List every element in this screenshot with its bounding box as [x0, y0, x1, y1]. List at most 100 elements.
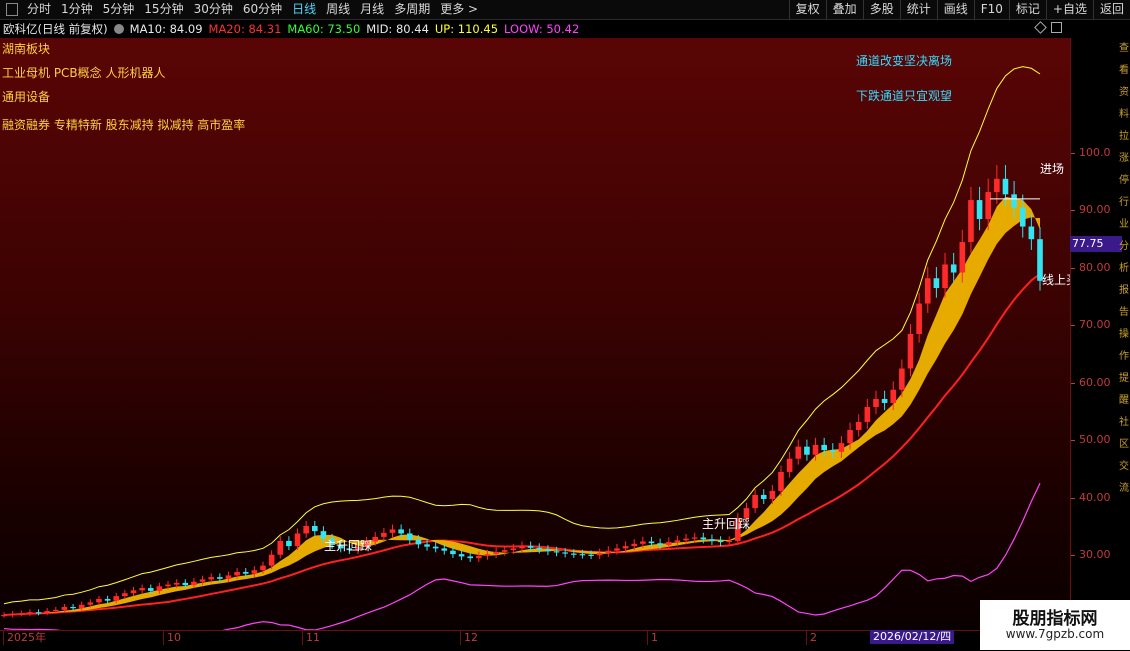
y-tick-mark	[1071, 210, 1075, 212]
multi-stock-button[interactable]: 多股	[862, 0, 900, 19]
current-price-tag: 77.75	[1070, 236, 1122, 252]
candle-body	[432, 546, 439, 549]
candle-body	[821, 444, 827, 451]
candle-body	[476, 555, 482, 559]
candle-body	[571, 553, 577, 555]
dropdown-icon[interactable]	[113, 24, 124, 34]
y-tick-mark	[1071, 555, 1075, 557]
candle-body	[501, 550, 508, 552]
window-icon[interactable]	[6, 3, 18, 16]
candle-body	[398, 529, 404, 534]
y-tick-label: 70.00	[1079, 318, 1111, 332]
y-tick-label: 30.00	[1079, 548, 1111, 562]
tab-timeshare[interactable]: 分时	[22, 0, 56, 19]
candle-body	[44, 611, 50, 613]
x-tick-label: 10	[163, 631, 181, 645]
tab-30min[interactable]: 30分钟	[189, 0, 238, 19]
legend-up: UP: 110.45	[434, 22, 499, 36]
tab-15min[interactable]: 15分钟	[139, 0, 188, 19]
candle-body	[830, 450, 836, 452]
info-line-2: 工业母机 PCB概念 人形机器人	[2, 66, 166, 80]
tool-buttons: 复权 叠加 多股 统计 画线 F10 标记 +自选 返回	[788, 0, 1130, 19]
candle-body	[484, 554, 491, 556]
candle-body	[122, 593, 128, 597]
candle-body	[985, 192, 991, 220]
candle-body	[631, 543, 638, 547]
watermark-url: www.7gpzb.com	[1005, 627, 1105, 641]
candle-body	[53, 609, 59, 612]
legend-ma10: MA10: 84.09	[129, 22, 203, 36]
candle-body	[510, 548, 517, 551]
candle-body	[251, 570, 258, 574]
candle-body	[9, 613, 16, 616]
candle-body	[467, 556, 473, 559]
candle-body	[968, 200, 974, 243]
candle-body	[389, 529, 396, 533]
candle-body	[173, 582, 180, 585]
overlay-button[interactable]: 叠加	[825, 0, 863, 19]
candle-body	[225, 575, 232, 579]
diamond-icon[interactable]	[1034, 21, 1047, 34]
candle-body	[234, 571, 240, 576]
upper-band-line	[3, 66, 1041, 605]
candle-body	[406, 533, 413, 540]
watermark-logo: 股朋指标网 www.7gpzb.com	[980, 600, 1130, 650]
back-button[interactable]: 返回	[1092, 0, 1130, 19]
candle-body	[277, 540, 284, 555]
legend-mid: MID: 80.44	[366, 22, 429, 36]
side-function-strip[interactable]: 查看资料拉涨停行业分析报告操作提醒社区交流	[1118, 38, 1130, 494]
f10-button[interactable]: F10	[973, 0, 1009, 19]
marker-online-buy: 线上买	[1042, 273, 1070, 287]
x-tick-label: 11	[302, 631, 320, 645]
ma20-line	[3, 273, 1041, 617]
watermark-title: 股朋指标网	[1012, 609, 1098, 629]
candle-body	[726, 540, 732, 543]
candle-body	[1, 615, 7, 617]
y-tick-label: 90.00	[1079, 203, 1111, 217]
candle-body	[415, 539, 422, 545]
tab-multi-period[interactable]: 多周期	[389, 0, 435, 19]
stats-button[interactable]: 统计	[899, 0, 937, 19]
y-tick-mark	[1071, 440, 1075, 442]
tab-monthly[interactable]: 月线	[355, 0, 389, 19]
candle-body	[959, 242, 966, 273]
candle-body	[1002, 178, 1009, 195]
fuquan-button[interactable]: 复权	[788, 0, 826, 19]
tab-more[interactable]: 更多 >	[435, 0, 483, 19]
tab-60min[interactable]: 60分钟	[238, 0, 287, 19]
stock-title[interactable]: 欧科亿(日线 前复权)	[3, 21, 108, 37]
candle-body	[709, 539, 715, 541]
indicator-legend: 欧科亿(日线 前复权) MA10: 84.09 MA20: 84.31 MA60…	[0, 20, 1070, 38]
candle-body	[916, 303, 922, 334]
legend-loow: LOOW: 50.42	[504, 22, 580, 36]
chart-controls	[1034, 21, 1062, 34]
note-exit: 通道改变坚决离场	[856, 54, 953, 68]
tab-5min[interactable]: 5分钟	[98, 0, 140, 19]
tab-1min[interactable]: 1分钟	[56, 0, 98, 19]
y-tick-mark	[1071, 497, 1075, 499]
candle-body	[294, 533, 301, 547]
x-tick-label: 2	[806, 631, 817, 645]
candle-body	[1019, 207, 1026, 227]
tab-weekly[interactable]: 周线	[321, 0, 355, 19]
y-tick-mark	[1071, 152, 1075, 154]
draw-line-button[interactable]: 画线	[936, 0, 974, 19]
kline-chart[interactable]: 湖南板块 工业母机 PCB概念 人形机器人 通用设备 融资融券 专精特新 股东减…	[0, 38, 1070, 630]
marker-entry: 进场	[1040, 162, 1065, 176]
y-tick-label: 100.0	[1079, 145, 1111, 159]
cursor-date-tag: 2026/02/12/四	[870, 630, 955, 644]
candle-body	[493, 551, 499, 555]
maximize-icon[interactable]	[1051, 22, 1062, 33]
candle-body	[700, 537, 707, 540]
candle-body	[527, 546, 534, 548]
candle-body	[804, 446, 810, 455]
candle-body	[381, 532, 387, 537]
tab-daily[interactable]: 日线	[287, 0, 321, 19]
candle-body	[994, 178, 1000, 193]
candle-body	[838, 443, 845, 452]
mark-button[interactable]: 标记	[1008, 0, 1046, 19]
add-watchlist-button[interactable]: +自选	[1045, 0, 1093, 19]
candle-body	[519, 546, 525, 549]
info-line-1: 湖南板块	[2, 42, 51, 56]
candle-body	[812, 444, 819, 455]
